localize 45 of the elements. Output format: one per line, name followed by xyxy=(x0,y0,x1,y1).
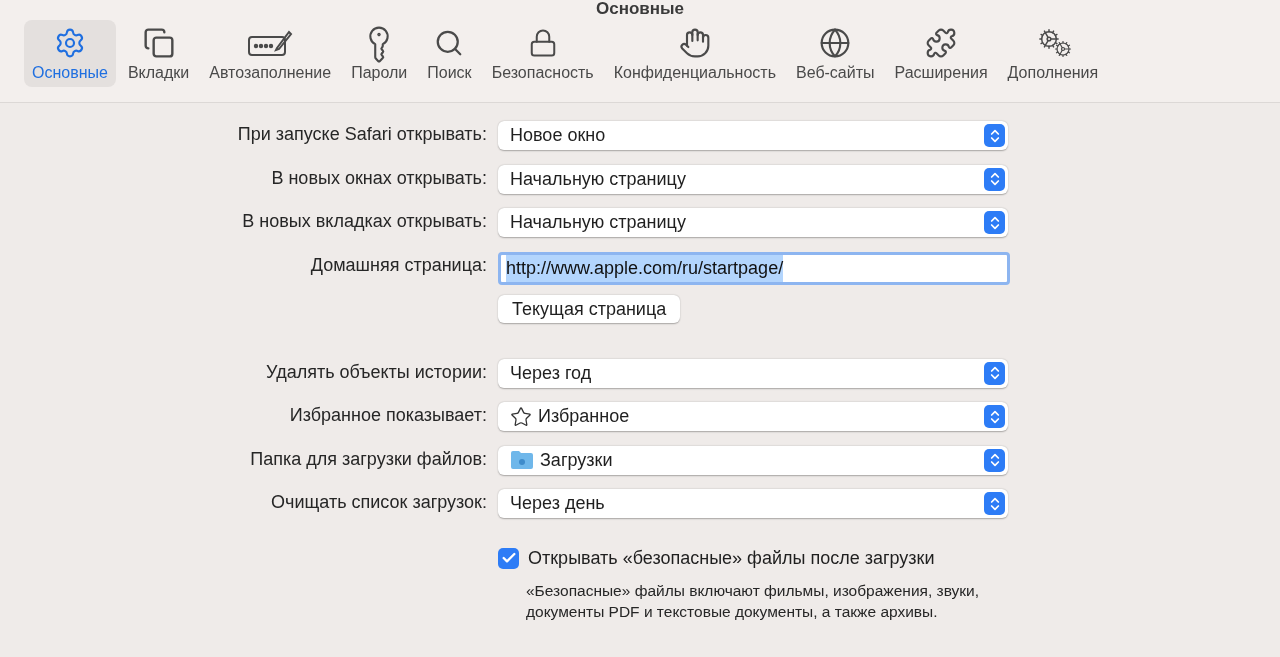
window-title: Основные xyxy=(596,0,684,18)
input-field[interactable]: http://www.apple.com/ru/startpage/ xyxy=(498,251,1010,285)
star-icon xyxy=(510,405,532,428)
popup-button[interactable]: Начальную страницу xyxy=(498,164,1008,194)
checkbox-label: Открывать «безопасные» файлы после загрузки xyxy=(528,546,935,570)
puzzle-icon xyxy=(925,27,958,59)
folder-icon xyxy=(510,450,534,470)
toolbar-tab[interactable]: Веб-сайты xyxy=(788,20,883,87)
setting-label: В новых окнах открывать: xyxy=(271,166,487,190)
popup-button[interactable]: Через год xyxy=(498,358,1008,388)
stepper-icon xyxy=(984,405,1005,428)
toolbar-tab[interactable]: Безопасность xyxy=(483,20,602,87)
setting-label: Очищать список загрузок: xyxy=(271,491,487,514)
globe-icon xyxy=(819,27,852,59)
checkbox[interactable] xyxy=(498,547,519,569)
toolbar-tab[interactable]: Основные xyxy=(24,20,116,87)
popup-button[interactable]: Новое окно xyxy=(498,121,1008,150)
stepper-icon xyxy=(984,167,1005,191)
stepper-icon xyxy=(984,361,1005,385)
popup-button[interactable]: Загрузки xyxy=(498,445,1008,475)
current-page-button[interactable]: Текущая страница xyxy=(498,295,681,323)
stepper-icon xyxy=(984,211,1005,234)
pen-field-icon xyxy=(247,28,294,58)
toolbar-tab[interactable]: Автозаполнение xyxy=(201,20,340,87)
toolbar-tab[interactable]: Вкладки xyxy=(119,20,198,87)
setting-label: При запуске Safari открывать: xyxy=(237,123,487,146)
popup-button[interactable]: Избранное xyxy=(498,402,1008,431)
help-text: «Безопасные» файлы включают фильмы, изображения, звуки, документы PDF и текстовые документы, а также архивы. xyxy=(526,580,981,622)
toolbar-tab[interactable]: Пароли xyxy=(343,20,416,87)
popup-button[interactable]: Через день xyxy=(498,489,1008,518)
setting-label: Папка для загрузки файлов: xyxy=(250,447,487,471)
popup-button[interactable]: Начальную страницу xyxy=(498,208,1008,237)
setting-label: В новых вкладках открывать: xyxy=(242,210,487,233)
stepper-icon xyxy=(984,448,1005,472)
toolbar-tab[interactable]: Поиск xyxy=(419,20,480,87)
toolbar-tab[interactable]: Конфиденциальность xyxy=(605,20,784,87)
stepper-icon xyxy=(984,124,1005,147)
toolbar-tab[interactable]: Расширения xyxy=(886,20,996,87)
setting-label: Удалять объекты истории: xyxy=(266,360,487,384)
stepper-icon xyxy=(984,492,1005,515)
hand-icon xyxy=(678,27,711,59)
tabs-icon xyxy=(142,27,175,59)
toolbar-tab[interactable]: Дополнения xyxy=(999,20,1107,87)
setting-label: Домашняя страница: xyxy=(310,253,487,277)
setting-label: Избранное показывает: xyxy=(289,404,487,427)
